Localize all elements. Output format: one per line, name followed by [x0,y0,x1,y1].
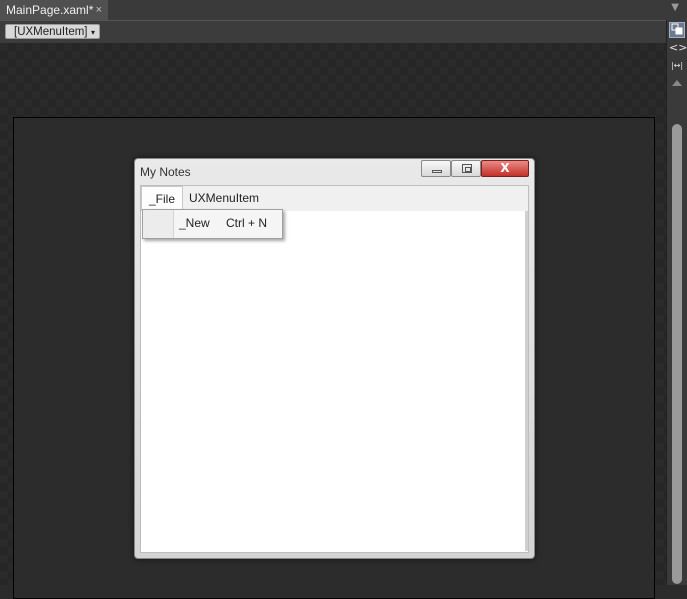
close-icon: X [500,161,510,175]
menu-icon-gutter [143,210,174,238]
document-tab-strip: MainPage.xaml* × ▼ [0,0,687,21]
width-icon[interactable]: |↔| [669,58,685,74]
tab-list-dropdown-icon[interactable]: ▼ [671,2,679,13]
my-notes-window[interactable]: My Notes X _File UXMenuItem _New Ctrl + … [134,158,535,559]
close-icon[interactable]: × [96,0,102,20]
file-dropdown-menu: _New Ctrl + N [142,209,283,239]
code-view-icon[interactable]: <> [669,40,687,56]
maximize-button[interactable] [451,160,481,177]
window-title: My Notes [140,165,191,179]
window-scrollbar[interactable] [525,211,528,551]
tab-label: MainPage.xaml* [6,3,94,17]
right-toolbar: <> |↔| [666,20,687,585]
chevron-down-icon: ▾ [90,28,95,37]
close-button[interactable]: X [481,160,529,177]
menu-item-file[interactable]: _File [141,186,183,211]
element-selector-dropdown[interactable]: [UXMenuItem] ▾ [5,24,100,39]
restore-icon [462,164,472,173]
vertical-scrollbar[interactable] [671,94,683,584]
minimize-icon [432,170,442,173]
menu-item-new-label: _New [179,216,210,230]
scroll-up-arrow-icon[interactable] [672,80,682,86]
element-selector-label: [UXMenuItem] [14,26,88,38]
tab-mainpage-xaml[interactable]: MainPage.xaml* × [0,0,108,20]
menu-item-new-shortcut: Ctrl + N [226,216,268,230]
menu-bar: _File UXMenuItem [141,186,528,211]
menu-item-uxmenuitem[interactable]: UXMenuItem [189,186,259,211]
window-content[interactable]: _File UXMenuItem _New Ctrl + N [140,185,529,553]
layers-icon[interactable] [669,22,685,38]
minimize-button[interactable] [421,160,451,177]
scrollbar-thumb[interactable] [672,124,682,584]
breadcrumb-bar: [UXMenuItem] ▾ [0,21,666,43]
